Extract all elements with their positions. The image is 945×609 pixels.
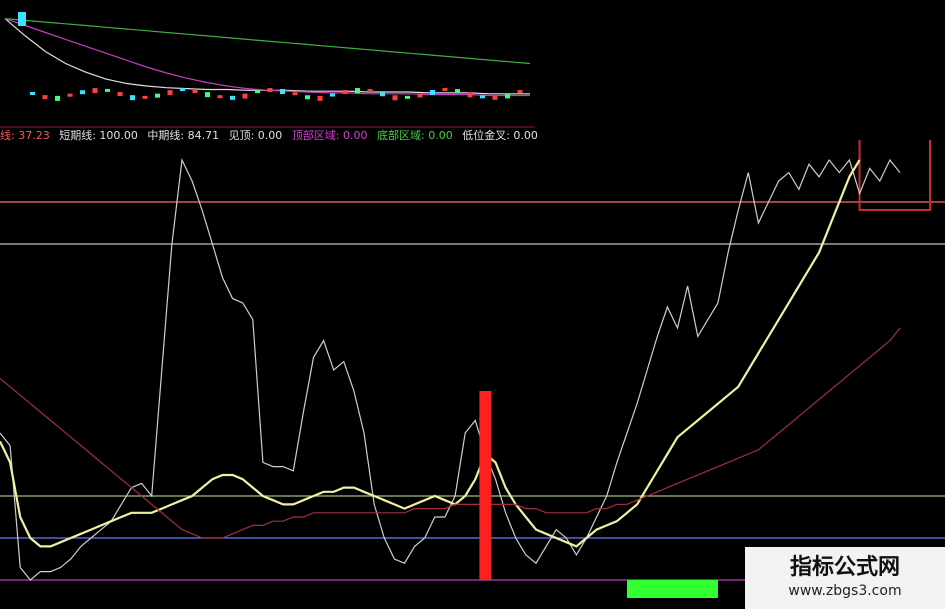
legend-item: 线: 37.23 [0,129,50,142]
watermark-logo: 指标公式网 www.zbgs3.com [745,547,945,609]
legend-item: 低位金叉: 0.00 [462,129,538,142]
series-line [0,157,901,581]
top-zone-bracket [858,140,931,211]
signal-bar-green [626,580,718,598]
watermark-url: www.zbgs3.com [788,583,902,599]
legend-item: 见顶: 0.00 [228,129,283,142]
series-line [0,327,901,539]
legend-item: 底部区域: 0.00 [377,129,453,142]
legend-item: 短期线: 100.00 [59,129,138,142]
indicator-legend: 线: 37.23 短期线: 100.00 中期线: 84.71 见顶: 0.00… [0,129,544,145]
legend-item: 顶部区域: 0.00 [291,129,368,142]
series-line [0,159,861,548]
indicator-chart [0,140,945,598]
signal-bar-red [479,391,492,580]
legend-item: 中期线: 84.71 [147,129,220,142]
watermark-title: 指标公式网 [789,555,900,580]
